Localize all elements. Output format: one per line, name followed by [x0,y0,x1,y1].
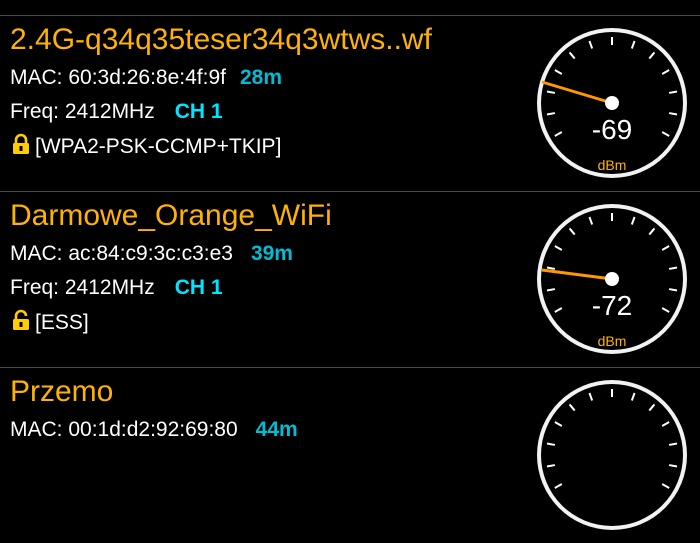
gauge-tick [668,442,678,446]
mac-address: MAC: ac:84:c9:3c:c3:e3 [10,242,233,265]
network-ssid: Darmowe_Orange_WiFi [10,199,332,232]
network-mac-line: MAC: 00:1d:d2:92:69:80 44m [10,418,298,442]
signal-value: -69 [592,114,632,145]
network-mac-line: MAC: ac:84:c9:3c:c3:e3 39m [10,242,293,266]
network-list-item[interactable]: Darmowe_Orange_WiFi MAC: ac:84:c9:3c:c3:… [0,191,700,367]
distance-value: 44m [255,418,298,441]
frequency: Freq: 2412MHz [10,100,155,123]
network-mac-line: MAC: 60:3d:26:8e:4f:9f 28m [10,66,282,90]
network-security-line: [ESS] [10,309,89,335]
gauge-tick [668,266,678,270]
channel-value: CH 1 [174,100,223,123]
security-capabilities: [ESS] [35,311,89,334]
mac-address: MAC: 00:1d:d2:92:69:80 [10,418,238,441]
channel-value: CH 1 [174,276,223,299]
distance-value: 39m [250,242,293,265]
gauge-tick [668,288,678,292]
signal-value: -72 [592,290,632,321]
mac-address: MAC: 60:3d:26:8e:4f:9f [10,66,226,89]
gauge-tick [546,112,556,116]
unlock-icon [13,309,29,330]
network-freq-line: Freq: 2412MHz CH 1 [10,276,223,300]
gauge-tick [546,266,556,270]
signal-gauge [537,380,687,530]
gauge-tick [668,464,678,468]
network-freq-line: Freq: 2412MHz CH 1 [10,100,223,124]
gauge-tick [546,90,556,94]
lock-icon [13,133,29,154]
gauge-tick [546,442,556,446]
distance-value: 28m [239,66,282,89]
gauge-tick [546,288,556,292]
signal-gauge: -69 dBm [537,28,687,178]
frequency: Freq: 2412MHz [10,276,155,299]
security-capabilities: [WPA2-PSK-CCMP+TKIP] [35,135,282,158]
gauge-tick [668,112,678,116]
network-list-item[interactable]: dBm [0,0,700,16]
network-ssid: Przemo [10,375,114,408]
signal-gauge: -72 dBm [537,204,687,354]
signal-unit: dBm [598,157,627,173]
signal-unit: dBm [598,333,627,349]
network-ssid: 2.4G-q34q35teser34q3wtws..wf [10,23,432,56]
network-list-item[interactable]: 2.4G-q34q35teser34q3wtws..wf MAC: 60:3d:… [0,15,700,191]
network-list-item[interactable]: Przemo MAC: 00:1d:d2:92:69:80 44m [0,367,700,543]
gauge-tick [668,90,678,94]
network-security-line: [WPA2-PSK-CCMP+TKIP] [10,133,281,159]
gauge-tick [546,464,556,468]
